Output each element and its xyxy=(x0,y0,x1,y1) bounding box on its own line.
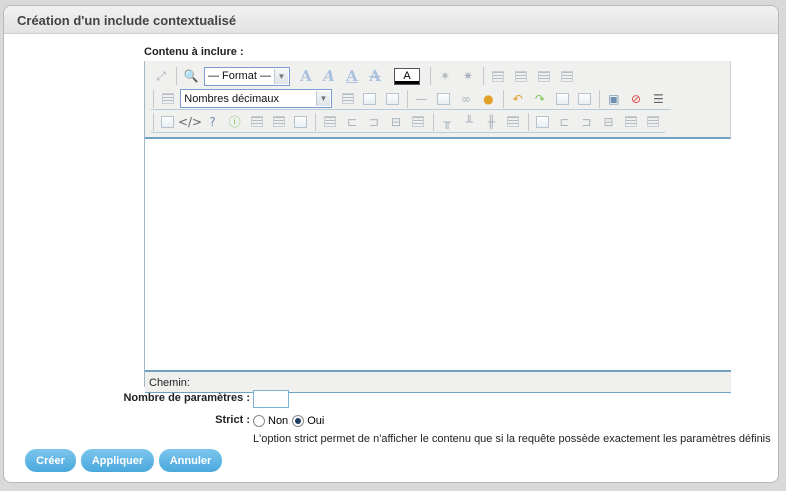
create-button[interactable]: Créer xyxy=(25,449,76,472)
numbered-list-icon[interactable] xyxy=(158,89,177,109)
superscript-icon[interactable]: ✷ xyxy=(458,66,478,86)
editor-content-area[interactable] xyxy=(145,141,731,370)
cleanup-icon[interactable]: ▣ xyxy=(604,89,623,109)
strikethrough-icon[interactable]: A xyxy=(365,66,385,86)
split-cells-icon[interactable] xyxy=(409,112,428,132)
link-icon[interactable]: ∞ xyxy=(456,89,475,109)
code-icon[interactable] xyxy=(158,112,177,132)
help-icon[interactable]: ? xyxy=(203,112,222,132)
indent-icon[interactable] xyxy=(383,89,402,109)
insert-row-after-icon[interactable]: ⊐ xyxy=(364,112,383,132)
contenu-label: Contenu à inclure : xyxy=(144,46,244,58)
editor-toolbar: ⤢ 🔍 — Format — ▼ A A A A A ✶ ✷ Nombres d… xyxy=(145,61,731,139)
col-before-icon[interactable]: ╨ xyxy=(460,112,479,132)
undo-icon[interactable]: ↶ xyxy=(508,89,527,109)
grid-props-icon[interactable] xyxy=(643,112,662,132)
list-style-select[interactable]: Nombres décimaux ▼ xyxy=(180,89,332,108)
cell-props-icon[interactable] xyxy=(291,112,310,132)
visual-aid-icon[interactable]: ☰ xyxy=(649,89,668,109)
text-color-button[interactable]: A xyxy=(394,67,420,85)
search-icon[interactable]: 🔍 xyxy=(181,66,201,86)
params-count-input[interactable] xyxy=(253,390,289,408)
fullscreen-icon[interactable]: ⤢ xyxy=(151,66,171,86)
row-props-icon[interactable] xyxy=(320,112,339,132)
toolbar-row-1: ⤢ 🔍 — Format — ▼ A A A A A ✶ ✷ xyxy=(151,65,580,87)
strict-label: Strict : xyxy=(215,414,250,426)
table-grid-icon[interactable] xyxy=(533,112,552,132)
strict-non-radio[interactable] xyxy=(253,415,265,427)
strict-oui-label: Oui xyxy=(307,415,325,427)
delete-col-icon[interactable] xyxy=(504,112,523,132)
row-split-icon[interactable]: ⊟ xyxy=(599,112,618,132)
table-props-icon[interactable] xyxy=(269,112,288,132)
list-style-select-value: Nombres décimaux xyxy=(184,92,280,105)
table-icon[interactable] xyxy=(247,112,266,132)
toolbar-row-3: </> ? ⓘ ⊏ ⊐ ⊟ ╥ ╨ ╫ ⊏ ⊐ ⊟ xyxy=(151,111,665,133)
include-dialog: Création d'un include contextualisé Cont… xyxy=(3,5,779,483)
align-right-icon[interactable] xyxy=(534,66,554,86)
apply-button[interactable]: Appliquer xyxy=(81,449,154,472)
align-center-icon[interactable] xyxy=(511,66,531,86)
delete-row-icon[interactable]: ⊟ xyxy=(386,112,405,132)
row-delete-icon[interactable]: ⊐ xyxy=(577,112,596,132)
bold-icon[interactable]: A xyxy=(296,66,316,86)
strict-radio-group: Non Oui xyxy=(253,415,324,427)
merge-cells-icon[interactable]: ╥ xyxy=(438,112,457,132)
strict-non-label: Non xyxy=(268,415,289,427)
unlink-icon[interactable]: ● xyxy=(479,89,498,109)
bullet-list-icon[interactable] xyxy=(338,89,357,109)
col-after-icon[interactable]: ╫ xyxy=(482,112,501,132)
insert-row-before-icon[interactable]: ⊏ xyxy=(342,112,361,132)
chevron-down-icon: ▼ xyxy=(274,68,288,84)
format-select-value: — Format — xyxy=(208,70,271,82)
paste-text-icon[interactable] xyxy=(575,89,594,109)
subscript-icon[interactable]: ✶ xyxy=(435,66,455,86)
strict-help-text: L'option strict permet de n'afficher le … xyxy=(253,433,771,445)
format-select[interactable]: — Format — ▼ xyxy=(204,66,290,86)
underline-icon[interactable]: A xyxy=(342,66,362,86)
editor-path-bar: Chemin: xyxy=(145,370,731,393)
chevron-down-icon: ▼ xyxy=(315,91,330,106)
cancel-button[interactable]: Annuler xyxy=(159,449,222,472)
strict-oui-radio[interactable] xyxy=(292,415,305,427)
html-icon[interactable]: </> xyxy=(178,112,202,132)
rich-text-editor: ⤢ 🔍 — Format — ▼ A A A A A ✶ ✷ Nombres d… xyxy=(144,61,731,393)
dialog-title: Création d'un include contextualisé xyxy=(4,6,778,34)
align-left-icon[interactable] xyxy=(488,66,508,86)
align-justify-icon[interactable] xyxy=(557,66,577,86)
info-icon[interactable]: ⓘ xyxy=(225,112,244,132)
horizontal-rule-icon[interactable]: — xyxy=(412,89,431,109)
outdent-icon[interactable] xyxy=(360,89,379,109)
spellcheck-icon[interactable]: ⊘ xyxy=(626,89,645,109)
anchor-icon[interactable] xyxy=(434,89,453,109)
params-label: Nombre de paramètres : xyxy=(123,392,250,404)
paste-word-icon[interactable] xyxy=(553,89,572,109)
toolbar-row-2: Nombres décimaux ▼ — ∞ ● ↶ ↷ ▣ ⊘ ☰ xyxy=(151,88,671,110)
row-props-2-icon[interactable] xyxy=(621,112,640,132)
row-insert-icon[interactable]: ⊏ xyxy=(555,112,574,132)
italic-icon[interactable]: A xyxy=(319,66,339,86)
redo-icon[interactable]: ↷ xyxy=(530,89,549,109)
